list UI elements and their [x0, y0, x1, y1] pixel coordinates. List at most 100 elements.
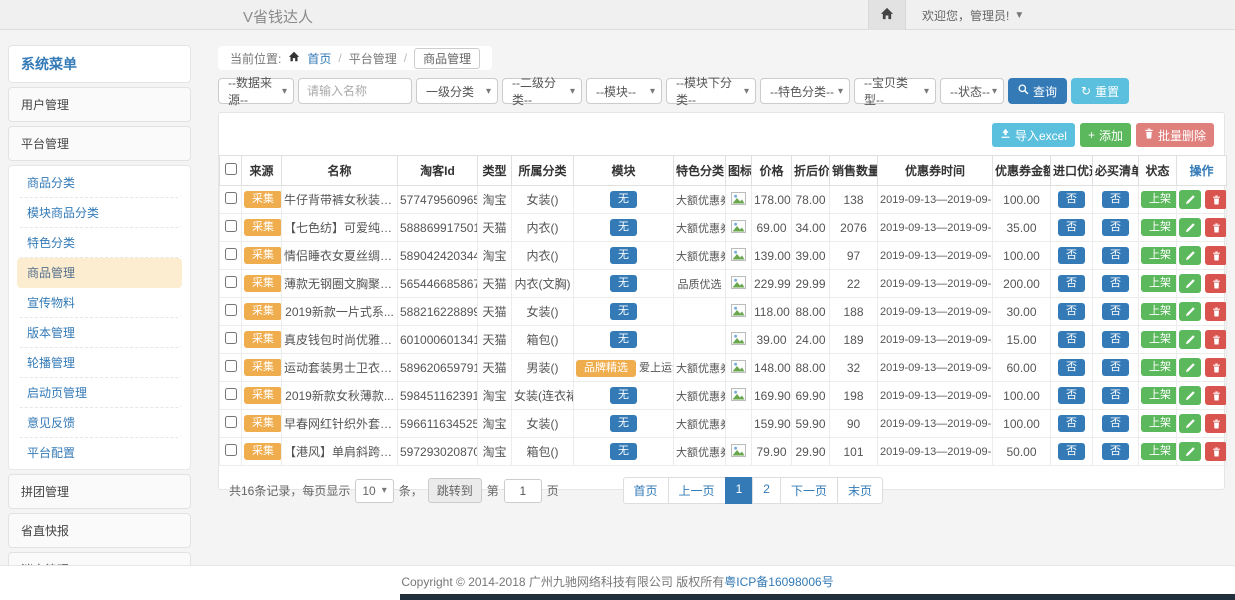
sidebar-item-express-news[interactable]: 省直快报 — [8, 513, 191, 548]
module-badge[interactable]: 无 — [610, 415, 637, 432]
row-checkbox[interactable] — [225, 360, 237, 372]
delete-button[interactable] — [1205, 274, 1227, 293]
status-toggle[interactable]: 上架 — [1141, 331, 1177, 348]
delete-button[interactable] — [1205, 218, 1227, 237]
status-toggle[interactable]: 上架 — [1141, 219, 1177, 236]
name-search-input[interactable] — [298, 78, 412, 104]
must-buy-toggle[interactable]: 否 — [1102, 331, 1129, 348]
breadcrumb-home-link[interactable]: 首页 — [307, 50, 331, 67]
page-number-input[interactable] — [504, 479, 542, 503]
must-buy-toggle[interactable]: 否 — [1102, 415, 1129, 432]
delete-button[interactable] — [1205, 386, 1227, 405]
row-checkbox[interactable] — [225, 192, 237, 204]
module-badge[interactable]: 无 — [610, 303, 637, 320]
pager-page-2[interactable]: 2 — [752, 477, 781, 504]
module-select[interactable]: --模块--▾ — [586, 78, 662, 104]
home-button[interactable] — [868, 0, 906, 30]
import-select-toggle[interactable]: 否 — [1058, 443, 1085, 460]
reset-button[interactable]: ↻ 重置 — [1071, 78, 1129, 104]
pager-prev[interactable]: 上一页 — [668, 477, 726, 504]
import-select-toggle[interactable]: 否 — [1058, 247, 1085, 264]
import-select-toggle[interactable]: 否 — [1058, 415, 1085, 432]
sidebar-item-module-goods-category[interactable]: 模块商品分类 — [17, 198, 182, 228]
import-select-toggle[interactable]: 否 — [1058, 303, 1085, 320]
status-toggle[interactable]: 上架 — [1141, 247, 1177, 264]
module-badge[interactable]: 无 — [610, 191, 637, 208]
icp-link[interactable]: 粤ICP备16098006号 — [724, 575, 833, 589]
delete-button[interactable] — [1205, 442, 1227, 461]
edit-button[interactable] — [1179, 246, 1201, 265]
sidebar-item-platform-mgmt[interactable]: 平台管理 — [8, 126, 191, 161]
row-checkbox[interactable] — [225, 416, 237, 428]
sidebar-item-feedback[interactable]: 意见反馈 — [17, 408, 182, 438]
sidebar-item-version-mgmt[interactable]: 版本管理 — [17, 318, 182, 348]
row-checkbox[interactable] — [225, 276, 237, 288]
edit-button[interactable] — [1179, 218, 1201, 237]
must-buy-toggle[interactable]: 否 — [1102, 443, 1129, 460]
status-toggle[interactable]: 上架 — [1141, 191, 1177, 208]
sidebar-item-splash-mgmt[interactable]: 启动页管理 — [17, 378, 182, 408]
must-buy-toggle[interactable]: 否 — [1102, 303, 1129, 320]
must-buy-toggle[interactable]: 否 — [1102, 247, 1129, 264]
sidebar-item-goods-category[interactable]: 商品分类 — [17, 168, 182, 198]
import-select-toggle[interactable]: 否 — [1058, 191, 1085, 208]
module-badge[interactable]: 无 — [610, 443, 637, 460]
sidebar-item-user-mgmt[interactable]: 用户管理 — [8, 87, 191, 122]
status-select[interactable]: --状态--▾ — [940, 78, 1004, 104]
category2-select[interactable]: --二级分类--▾ — [502, 78, 582, 104]
delete-button[interactable] — [1205, 330, 1227, 349]
edit-button[interactable] — [1179, 386, 1201, 405]
delete-button[interactable] — [1205, 358, 1227, 377]
module-badge[interactable]: 无 — [610, 331, 637, 348]
edit-button[interactable] — [1179, 442, 1201, 461]
must-buy-toggle[interactable]: 否 — [1102, 275, 1129, 292]
jump-button[interactable]: 跳转到 — [428, 478, 482, 503]
sidebar-item-platform-config[interactable]: 平台配置 — [17, 438, 182, 467]
import-select-toggle[interactable]: 否 — [1058, 331, 1085, 348]
status-toggle[interactable]: 上架 — [1141, 443, 1177, 460]
search-button[interactable]: 查询 — [1008, 78, 1067, 104]
row-checkbox[interactable] — [225, 248, 237, 260]
pager-first[interactable]: 首页 — [623, 477, 669, 504]
edit-button[interactable] — [1179, 358, 1201, 377]
module-badge[interactable]: 品牌精选 — [576, 360, 636, 377]
must-buy-toggle[interactable]: 否 — [1102, 387, 1129, 404]
edit-button[interactable] — [1179, 274, 1201, 293]
status-toggle[interactable]: 上架 — [1141, 275, 1177, 292]
must-buy-toggle[interactable]: 否 — [1102, 191, 1129, 208]
add-button[interactable]: + 添加 — [1080, 123, 1131, 147]
status-toggle[interactable]: 上架 — [1141, 303, 1177, 320]
row-checkbox[interactable] — [225, 388, 237, 400]
status-toggle[interactable]: 上架 — [1141, 387, 1177, 404]
module-badge[interactable]: 无 — [610, 219, 637, 236]
sidebar-item-carousel-mgmt[interactable]: 轮播管理 — [17, 348, 182, 378]
select-all-checkbox[interactable] — [225, 163, 237, 175]
delete-button[interactable] — [1205, 414, 1227, 433]
status-toggle[interactable]: 上架 — [1141, 415, 1177, 432]
item-type-select[interactable]: --宝贝类型--▾ — [854, 78, 936, 104]
row-checkbox[interactable] — [225, 304, 237, 316]
module-badge[interactable]: 无 — [610, 387, 637, 404]
sidebar-item-promo-material[interactable]: 宣传物料 — [17, 288, 182, 318]
sidebar-item-group-buy[interactable]: 拼团管理 — [8, 474, 191, 509]
import-excel-button[interactable]: 导入excel — [992, 123, 1075, 147]
batch-delete-button[interactable]: 批量删除 — [1136, 123, 1214, 147]
delete-button[interactable] — [1205, 190, 1227, 209]
edit-button[interactable] — [1179, 330, 1201, 349]
import-select-toggle[interactable]: 否 — [1058, 275, 1085, 292]
row-checkbox[interactable] — [225, 220, 237, 232]
module-badge[interactable]: 无 — [610, 247, 637, 264]
must-buy-toggle[interactable]: 否 — [1102, 219, 1129, 236]
sidebar-item-goods-mgmt[interactable]: 商品管理 — [17, 258, 182, 288]
delete-button[interactable] — [1205, 246, 1227, 265]
import-select-toggle[interactable]: 否 — [1058, 387, 1085, 404]
pager-next[interactable]: 下一页 — [780, 477, 838, 504]
category1-select[interactable]: 一级分类▾ — [416, 78, 498, 104]
module-sub-select[interactable]: --模块下分类--▾ — [666, 78, 756, 104]
edit-button[interactable] — [1179, 302, 1201, 321]
edit-button[interactable] — [1179, 414, 1201, 433]
status-toggle[interactable]: 上架 — [1141, 359, 1177, 376]
import-select-toggle[interactable]: 否 — [1058, 359, 1085, 376]
row-checkbox[interactable] — [225, 332, 237, 344]
must-buy-toggle[interactable]: 否 — [1102, 359, 1129, 376]
